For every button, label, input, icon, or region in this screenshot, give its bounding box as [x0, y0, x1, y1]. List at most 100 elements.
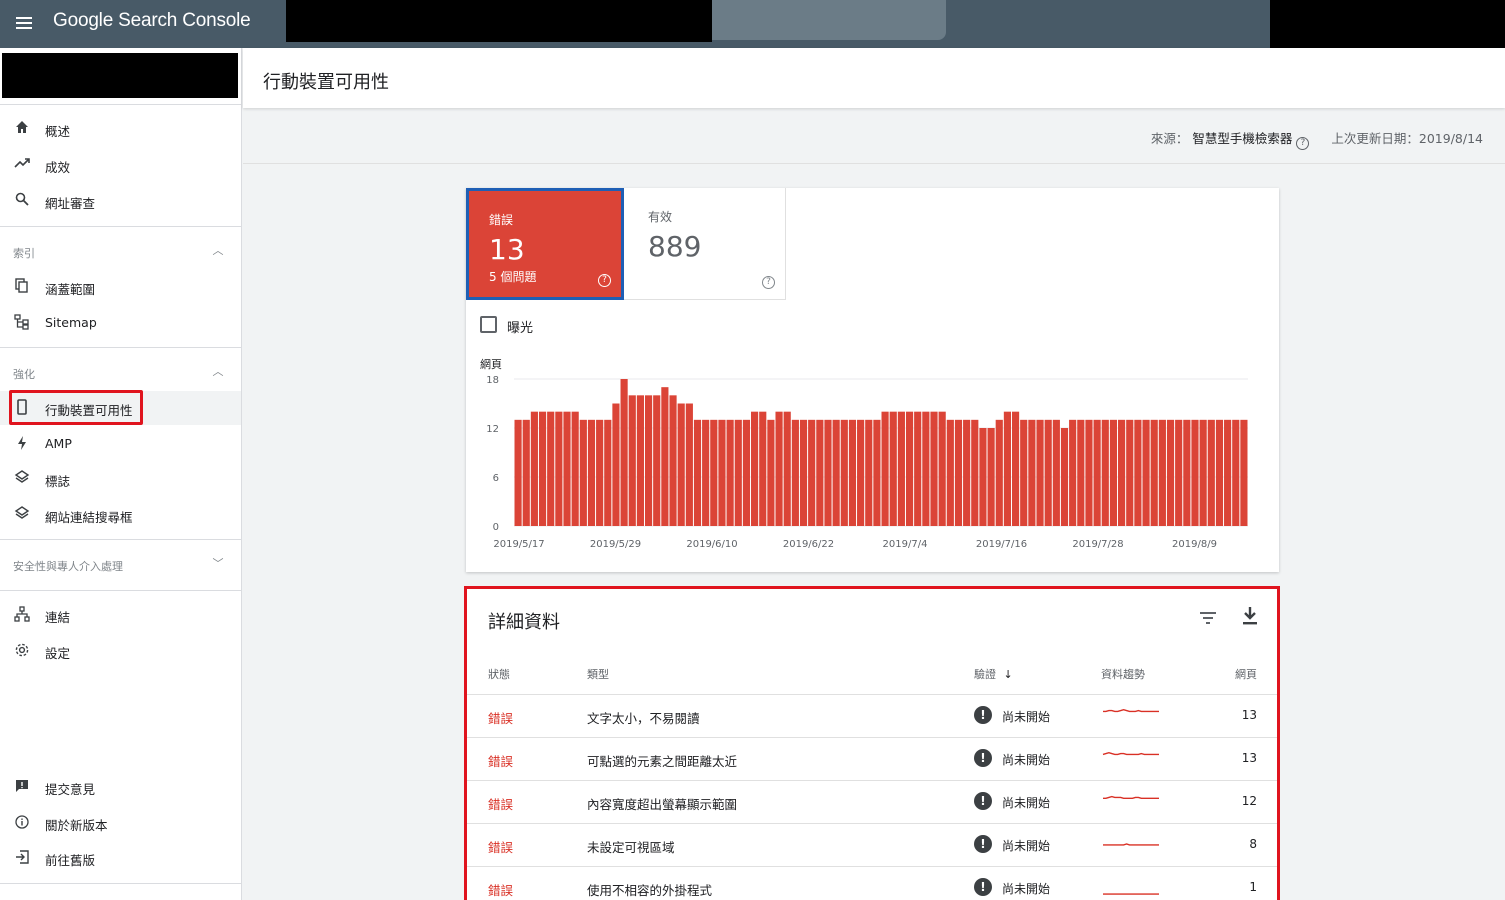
- divider: [0, 539, 241, 540]
- divider: [0, 883, 241, 884]
- sparkline-line: [1103, 843, 1159, 846]
- row-status: 錯誤: [488, 883, 514, 898]
- sparkline-line: [1102, 751, 1159, 756]
- table-row[interactable]: 錯誤 文字太小，不易閱讀! 尚未開始 13: [467, 694, 1277, 737]
- sidebar-item-sitemap[interactable]: Sitemap: [0, 306, 241, 340]
- chart-bar: [775, 411, 783, 526]
- sidebar-item-old-version[interactable]: 前往舊版: [0, 841, 241, 875]
- search-bar[interactable]: [712, 0, 946, 40]
- checkbox-icon[interactable]: [480, 316, 497, 333]
- menu-icon[interactable]: [14, 12, 36, 34]
- sidebar-item-feedback[interactable]: 提交意見: [0, 770, 241, 804]
- chart-bar: [987, 428, 995, 526]
- details-title: 詳細資料: [488, 612, 560, 633]
- sidebar-item-url-inspection[interactable]: 網址審查: [0, 184, 241, 218]
- valid-summary-tile[interactable]: 有效 889 ?: [624, 188, 786, 300]
- help-icon[interactable]: ?: [598, 274, 611, 287]
- x-tick-label: 2019/7/4: [883, 539, 928, 550]
- row-type: 未設定可視區域: [587, 840, 675, 855]
- column-header-validation[interactable]: 驗證 ↓: [974, 666, 1013, 682]
- column-header-trend[interactable]: 資料趨勢: [1101, 666, 1145, 682]
- sidebar-item-links[interactable]: 連結: [0, 598, 241, 632]
- sidebar-item-label: 前往舊版: [45, 853, 96, 868]
- column-header-status[interactable]: 狀態: [488, 666, 510, 682]
- chevron-down-icon[interactable]: ﹀: [210, 556, 226, 572]
- chart-bar: [963, 419, 971, 526]
- property-selector[interactable]: [2, 53, 238, 98]
- help-icon[interactable]: ?: [762, 276, 775, 289]
- info-icon: [12, 814, 32, 832]
- sparkline-line: [1103, 795, 1159, 800]
- y-tick-label: 0: [493, 522, 499, 533]
- chart-bar: [661, 387, 669, 526]
- chart-bar: [791, 419, 799, 526]
- sidebar-item-coverage[interactable]: 涵蓋範圍: [0, 270, 241, 304]
- chart-bar: [808, 419, 816, 526]
- chart-bar: [628, 395, 636, 526]
- section-label: 安全性與專人介入處理: [13, 560, 123, 573]
- chart-bar: [702, 419, 710, 526]
- highlight-box: [9, 390, 143, 425]
- table-row[interactable]: 錯誤 內容寬度超出螢幕顯示範圍! 尚未開始 12: [467, 780, 1277, 823]
- chart-bar: [922, 411, 930, 526]
- sidebar-item-label: 涵蓋範圍: [45, 282, 96, 297]
- chart-bar: [799, 419, 808, 526]
- x-tick-label: 2019/5/29: [590, 539, 641, 550]
- column-header-pages[interactable]: 網頁: [1235, 666, 1257, 682]
- table-row[interactable]: 錯誤 未設定可視區域! 尚未開始 8: [467, 823, 1277, 866]
- column-header-type[interactable]: 類型: [587, 666, 609, 682]
- error-summary-tile[interactable]: 錯誤 13 5 個問題 ?: [466, 188, 624, 300]
- redacted-area: [286, 0, 712, 42]
- page-header: 行動裝置可用性: [243, 48, 1505, 108]
- sidebar-item-settings[interactable]: 設定: [0, 634, 241, 668]
- filter-icon[interactable]: [1197, 607, 1221, 631]
- row-pages: 8: [1249, 837, 1257, 851]
- chart-bar: [1158, 419, 1166, 526]
- chart-bar: [555, 411, 563, 526]
- chevron-up-icon[interactable]: ︿: [210, 364, 226, 380]
- updated-label: 上次更新日期：: [1331, 131, 1419, 146]
- chevron-up-icon[interactable]: ︿: [210, 243, 226, 259]
- sidebar-item-overview[interactable]: 概述: [0, 112, 241, 146]
- row-validation: 尚未開始: [1002, 710, 1051, 724]
- row-type: 使用不相容的外掛程式: [587, 883, 713, 898]
- section-security[interactable]: 安全性與專人介入處理 ﹀: [0, 551, 241, 579]
- chart-bar: [832, 419, 840, 526]
- chart-bar: [889, 411, 897, 526]
- table-row[interactable]: 錯誤 使用不相容的外掛程式! 尚未開始 1: [467, 866, 1277, 900]
- chart-bar: [1126, 419, 1134, 526]
- sidebar-item-amp[interactable]: AMP: [0, 427, 241, 461]
- chart-bar: [710, 419, 718, 526]
- sidebar-item-sitelinks-searchbox[interactable]: 網站連結搜尋框: [0, 498, 241, 532]
- table-row[interactable]: 錯誤 可點選的元素之間距離太近! 尚未開始 13: [467, 737, 1277, 780]
- divider: [0, 226, 241, 227]
- row-trend-sparkline: [1103, 893, 1159, 895]
- chart-bar: [767, 419, 775, 526]
- valid-count: 889: [648, 230, 702, 263]
- chart-bar: [930, 411, 938, 526]
- chart-bar: [865, 419, 873, 526]
- chart-bar: [734, 419, 742, 526]
- bolt-icon: [12, 435, 32, 453]
- chart-bar: [1060, 428, 1069, 526]
- sidebar-item-performance[interactable]: 成效: [0, 148, 241, 182]
- row-type: 內容寬度超出螢幕顯示範圍: [587, 797, 738, 812]
- chart-bar: [783, 411, 791, 526]
- divider: [0, 347, 241, 348]
- download-icon[interactable]: [1240, 605, 1260, 627]
- help-icon[interactable]: ?: [1296, 137, 1310, 150]
- row-pages: 13: [1241, 751, 1257, 765]
- top-app-bar: Google Search Console: [0, 0, 1505, 48]
- alert-icon: !: [974, 792, 992, 810]
- chart-bar: [644, 395, 653, 526]
- row-pages: 1: [1249, 880, 1257, 894]
- section-index: 索引 ︿: [0, 238, 241, 266]
- chart-bar: [1240, 419, 1248, 526]
- chart-bar: [538, 411, 547, 526]
- error-tile-label: 錯誤: [489, 213, 514, 227]
- sidebar-item-about-new-version[interactable]: 關於新版本: [0, 806, 241, 840]
- x-tick-label: 2019/6/22: [783, 539, 834, 550]
- settings-icon: [12, 642, 32, 660]
- sidebar-item-logo[interactable]: 標誌: [0, 462, 241, 496]
- row-trend-sparkline: [1103, 795, 1159, 800]
